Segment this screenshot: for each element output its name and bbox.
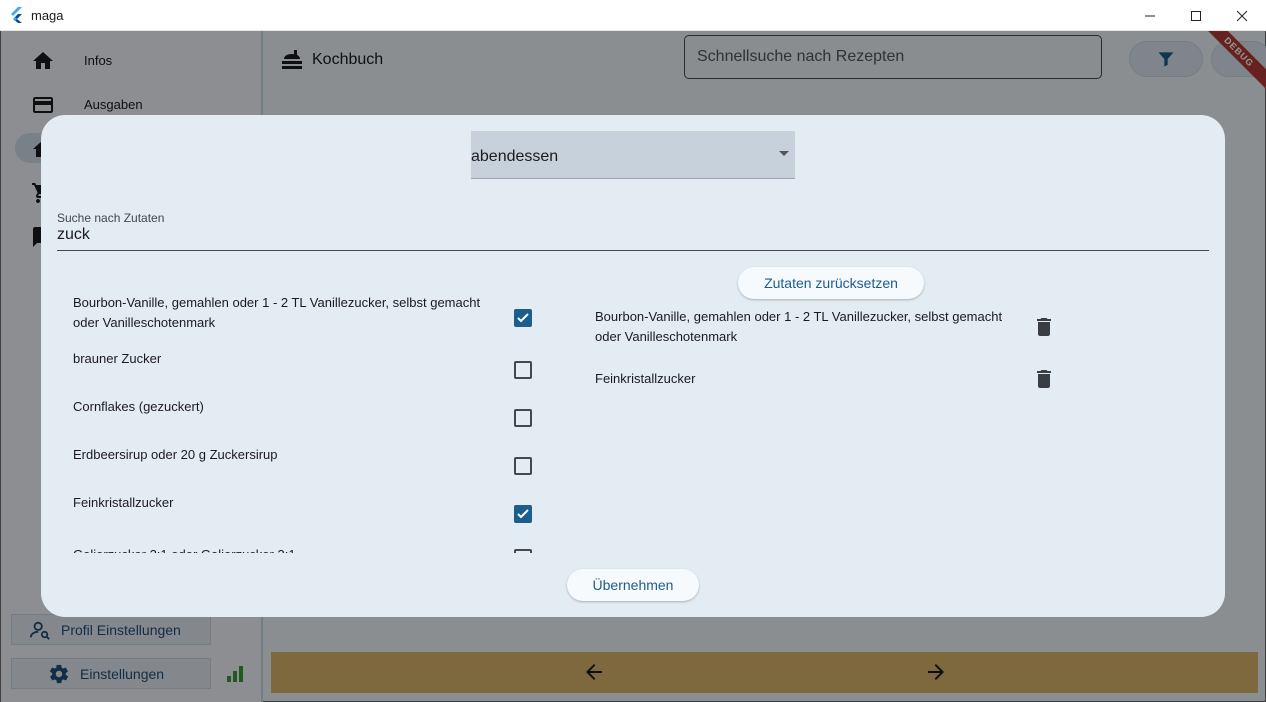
list-item[interactable]: Bourbon-Vanille, gemahlen oder 1 - 2 TL … (57, 291, 547, 335)
delete-icon[interactable] (1032, 315, 1056, 339)
window-titlebar: maga (0, 0, 1266, 31)
ingredient-search-label: Suche nach Zutaten (57, 211, 165, 225)
ingredient-checkbox[interactable] (514, 409, 532, 427)
flutter-logo-icon (11, 7, 22, 23)
selected-ingredient-item: Bourbon-Vanille, gemahlen oder 1 - 2 TL … (595, 307, 1065, 351)
list-item-label: Erdbeersirup oder 20 g Zuckersirup (73, 447, 278, 462)
selected-ingredient-label: Bourbon-Vanille, gemahlen oder 1 - 2 TL … (595, 309, 1003, 344)
ingredient-results-list[interactable]: Bourbon-Vanille, gemahlen oder 1 - 2 TL … (57, 285, 547, 553)
window-title: maga (31, 8, 64, 23)
ingredient-checkbox[interactable] (514, 309, 532, 327)
selected-ingredient-label: Feinkristallzucker (595, 371, 696, 386)
list-item-label: Feinkristallzucker (73, 495, 174, 510)
ingredient-checkbox[interactable] (514, 549, 532, 553)
reset-ingredients-button[interactable]: Zutaten zurücksetzen (738, 267, 924, 299)
maximize-icon (1191, 10, 1201, 21)
selected-ingredient-item: Feinkristallzucker (595, 369, 1065, 399)
ingredient-search-value: zuck (57, 226, 90, 243)
maximize-button[interactable] (1173, 0, 1219, 31)
list-item[interactable]: Feinkristallzucker (57, 487, 547, 527)
list-item[interactable]: Cornflakes (gezuckert) (57, 391, 547, 431)
check-icon (517, 509, 529, 519)
list-item[interactable]: Gelierzucker 2:1 oder Gelierzucker 3:1 (57, 535, 547, 553)
category-value: abendessen (471, 148, 559, 165)
close-icon (1236, 10, 1248, 21)
ingredient-search-field[interactable]: Suche nach Zutaten zuck (57, 209, 1209, 251)
list-item-label: brauner Zucker (73, 351, 162, 366)
list-item-label: Gelierzucker 2:1 oder Gelierzucker 3:1 (73, 545, 483, 553)
ingredient-checkbox[interactable] (514, 457, 532, 475)
delete-icon[interactable] (1032, 367, 1056, 391)
ingredient-checkbox[interactable] (514, 505, 532, 523)
list-item-label: Bourbon-Vanille, gemahlen oder 1 - 2 TL … (73, 295, 481, 330)
minimize-icon (1145, 15, 1155, 16)
list-item-label: Cornflakes (gezuckert) (73, 399, 204, 414)
check-icon (517, 313, 529, 323)
list-item[interactable]: brauner Zucker (57, 343, 547, 383)
list-item[interactable]: Erdbeersirup oder 20 g Zuckersirup (57, 439, 547, 479)
ingredient-checkbox[interactable] (514, 361, 532, 379)
dropdown-arrow-icon (779, 151, 789, 156)
apply-button[interactable]: Übernehmen (567, 569, 699, 601)
minimize-button[interactable] (1127, 0, 1173, 31)
close-button[interactable] (1219, 0, 1265, 31)
ingredient-filter-dialog: abendessen Suche nach Zutaten zuck Bourb… (41, 115, 1225, 617)
category-dropdown[interactable]: abendessen (471, 131, 795, 179)
